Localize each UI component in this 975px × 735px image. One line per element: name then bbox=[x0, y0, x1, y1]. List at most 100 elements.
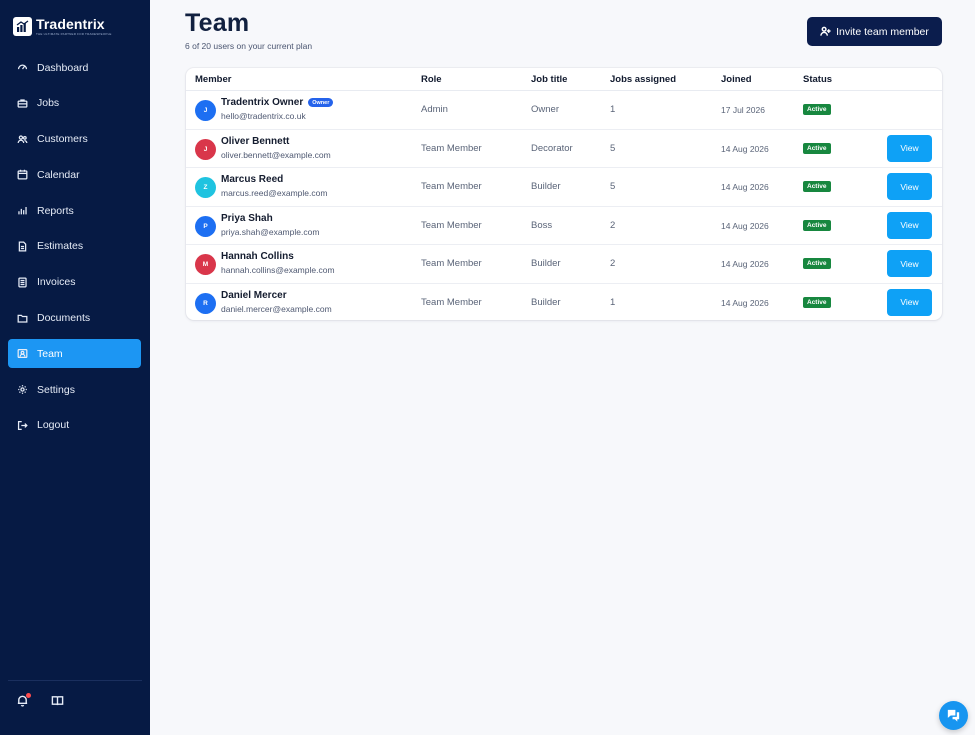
invite-team-member-button[interactable]: Invite team member bbox=[807, 17, 942, 46]
view-member-button[interactable]: View bbox=[887, 211, 932, 239]
table-row: P Priya Shah priya.shah@example.com Team Me… bbox=[186, 207, 942, 246]
receipt-icon bbox=[17, 277, 28, 288]
sidebar-item-settings[interactable]: Settings bbox=[8, 375, 141, 404]
sidebar: Tradentrix THE ULTIMATE PARTNER FOR TRAD… bbox=[0, 0, 150, 735]
team-table: Member Role Job title Jobs assigned Join… bbox=[186, 68, 942, 320]
member-name: Tradentrix Owner bbox=[221, 97, 304, 108]
sidebar-item-estimates[interactable]: Estimates bbox=[8, 232, 141, 261]
column-header-member[interactable]: Member bbox=[195, 74, 231, 85]
sidebar-item-label: Estimates bbox=[37, 240, 84, 253]
member-joined-date: 14 Aug 2026 bbox=[721, 143, 769, 154]
view-member-button[interactable]: View bbox=[887, 288, 932, 316]
sidebar-item-customers[interactable]: Customers bbox=[8, 125, 141, 154]
sidebar-item-jobs[interactable]: Jobs bbox=[8, 89, 141, 118]
avatar: Z bbox=[195, 177, 216, 199]
member-joined-date: 14 Aug 2026 bbox=[721, 182, 769, 193]
status-badge: Active bbox=[803, 142, 831, 154]
sidebar-item-label: Documents bbox=[37, 312, 91, 325]
sidebar-divider bbox=[8, 680, 142, 681]
member-role: Team Member bbox=[421, 258, 482, 270]
member-role: Team Member bbox=[421, 142, 482, 154]
table-header: Member Role Job title Jobs assigned Join… bbox=[186, 68, 942, 91]
member-joined-date: 14 Aug 2026 bbox=[721, 259, 769, 270]
add-user-icon bbox=[820, 26, 831, 36]
sidebar-item-calendar[interactable]: Calendar bbox=[8, 160, 141, 189]
view-member-button[interactable]: View bbox=[887, 134, 932, 162]
gauge-icon bbox=[17, 62, 28, 73]
chat-icon bbox=[947, 709, 960, 722]
member-role: Team Member bbox=[421, 219, 482, 231]
member-name-cell: Daniel Mercer bbox=[221, 290, 287, 301]
sidebar-item-logout[interactable]: Logout bbox=[8, 411, 141, 440]
brand-tagline: THE ULTIMATE PARTNER FOR TRADESPEOPLE bbox=[36, 31, 112, 36]
member-name: Daniel Mercer bbox=[221, 289, 287, 301]
member-jobs-assigned: 1 bbox=[610, 104, 616, 115]
member-job-title: Builder bbox=[531, 181, 561, 193]
column-header-joined[interactable]: Joined bbox=[721, 74, 752, 85]
avatar: P bbox=[195, 215, 216, 237]
sidebar-item-label: Reports bbox=[37, 204, 74, 217]
column-header-jobs-assigned[interactable]: Jobs assigned bbox=[610, 74, 676, 85]
member-jobs-assigned: 2 bbox=[610, 219, 616, 231]
brand[interactable]: Tradentrix THE ULTIMATE PARTNER FOR TRAD… bbox=[13, 14, 112, 38]
table-row: R Daniel Mercer daniel.mercer@example.com T… bbox=[186, 284, 942, 320]
table-row: M Hannah Collins hannah.collins@example.co… bbox=[186, 245, 942, 284]
sidebar-item-label: Invoices bbox=[37, 276, 76, 289]
sidebar-item-documents[interactable]: Documents bbox=[8, 304, 141, 333]
sidebar-item-label: Team bbox=[37, 347, 63, 360]
column-header-job-title[interactable]: Job title bbox=[531, 74, 567, 85]
chat-button[interactable] bbox=[939, 701, 968, 730]
member-job-title: Boss bbox=[531, 219, 553, 231]
member-role: Team Member bbox=[421, 181, 482, 193]
logout-icon bbox=[17, 420, 28, 431]
sidebar-item-label: Dashboard bbox=[37, 61, 89, 74]
sidebar-item-label: Settings bbox=[37, 383, 75, 396]
briefcase-icon bbox=[17, 98, 28, 109]
calendar-icon bbox=[17, 169, 28, 180]
status-badge: Active bbox=[803, 219, 831, 231]
sidebar-item-reports[interactable]: Reports bbox=[8, 196, 141, 225]
member-email: daniel.mercer@example.com bbox=[221, 303, 332, 314]
invite-button-label: Invite team member bbox=[836, 25, 929, 38]
plan-usage-text: 6 of 20 users on your current plan bbox=[185, 41, 313, 51]
table-row: Z Marcus Reed marcus.reed@example.com Team … bbox=[186, 168, 942, 207]
member-name-cell: Tradentrix Owner Owner bbox=[221, 97, 334, 108]
column-header-status[interactable]: Status bbox=[803, 74, 832, 85]
member-jobs-assigned: 2 bbox=[610, 258, 616, 270]
member-name-cell: Oliver Bennett bbox=[221, 136, 289, 147]
team-icon bbox=[17, 348, 28, 359]
view-member-button[interactable]: View bbox=[887, 173, 932, 201]
member-name-cell: Hannah Collins bbox=[221, 251, 294, 262]
member-name: Marcus Reed bbox=[221, 174, 284, 186]
avatar: J bbox=[195, 100, 216, 121]
sidebar-item-label: Calendar bbox=[37, 168, 80, 181]
table-body: J Tradentrix Owner Owner hello@tradentrix.c… bbox=[186, 91, 942, 320]
member-name: Priya Shah bbox=[221, 212, 273, 224]
member-jobs-assigned: 5 bbox=[610, 181, 616, 193]
book-icon[interactable] bbox=[51, 694, 64, 707]
view-member-button[interactable]: View bbox=[887, 250, 932, 278]
sidebar-nav: Dashboard Jobs Customers Calendar Reports Est… bbox=[8, 53, 141, 447]
file-icon bbox=[17, 241, 28, 252]
column-header-role[interactable]: Role bbox=[421, 74, 442, 85]
sidebar-item-invoices[interactable]: Invoices bbox=[8, 268, 141, 297]
status-badge: Active bbox=[803, 258, 831, 270]
sidebar-item-label: Jobs bbox=[37, 97, 60, 110]
member-name-cell: Marcus Reed bbox=[221, 174, 283, 185]
member-role: Admin bbox=[421, 104, 448, 115]
sidebar-item-label: Logout bbox=[37, 419, 70, 432]
sidebar-item-team[interactable]: Team bbox=[8, 339, 141, 369]
member-name: Hannah Collins bbox=[221, 251, 294, 263]
member-jobs-assigned: 5 bbox=[610, 142, 616, 154]
sidebar-item-dashboard[interactable]: Dashboard bbox=[8, 53, 141, 82]
notification-dot bbox=[26, 693, 31, 698]
table-row: J Tradentrix Owner Owner hello@tradentrix.c… bbox=[186, 91, 942, 130]
member-name: Oliver Bennett bbox=[221, 135, 290, 147]
bell-icon[interactable] bbox=[16, 693, 31, 707]
member-jobs-assigned: 1 bbox=[610, 296, 616, 308]
users-icon bbox=[17, 134, 28, 145]
avatar: R bbox=[195, 292, 216, 314]
sidebar-bottom bbox=[16, 693, 64, 707]
gear-icon bbox=[17, 384, 28, 395]
member-joined-date: 14 Aug 2026 bbox=[721, 297, 769, 308]
